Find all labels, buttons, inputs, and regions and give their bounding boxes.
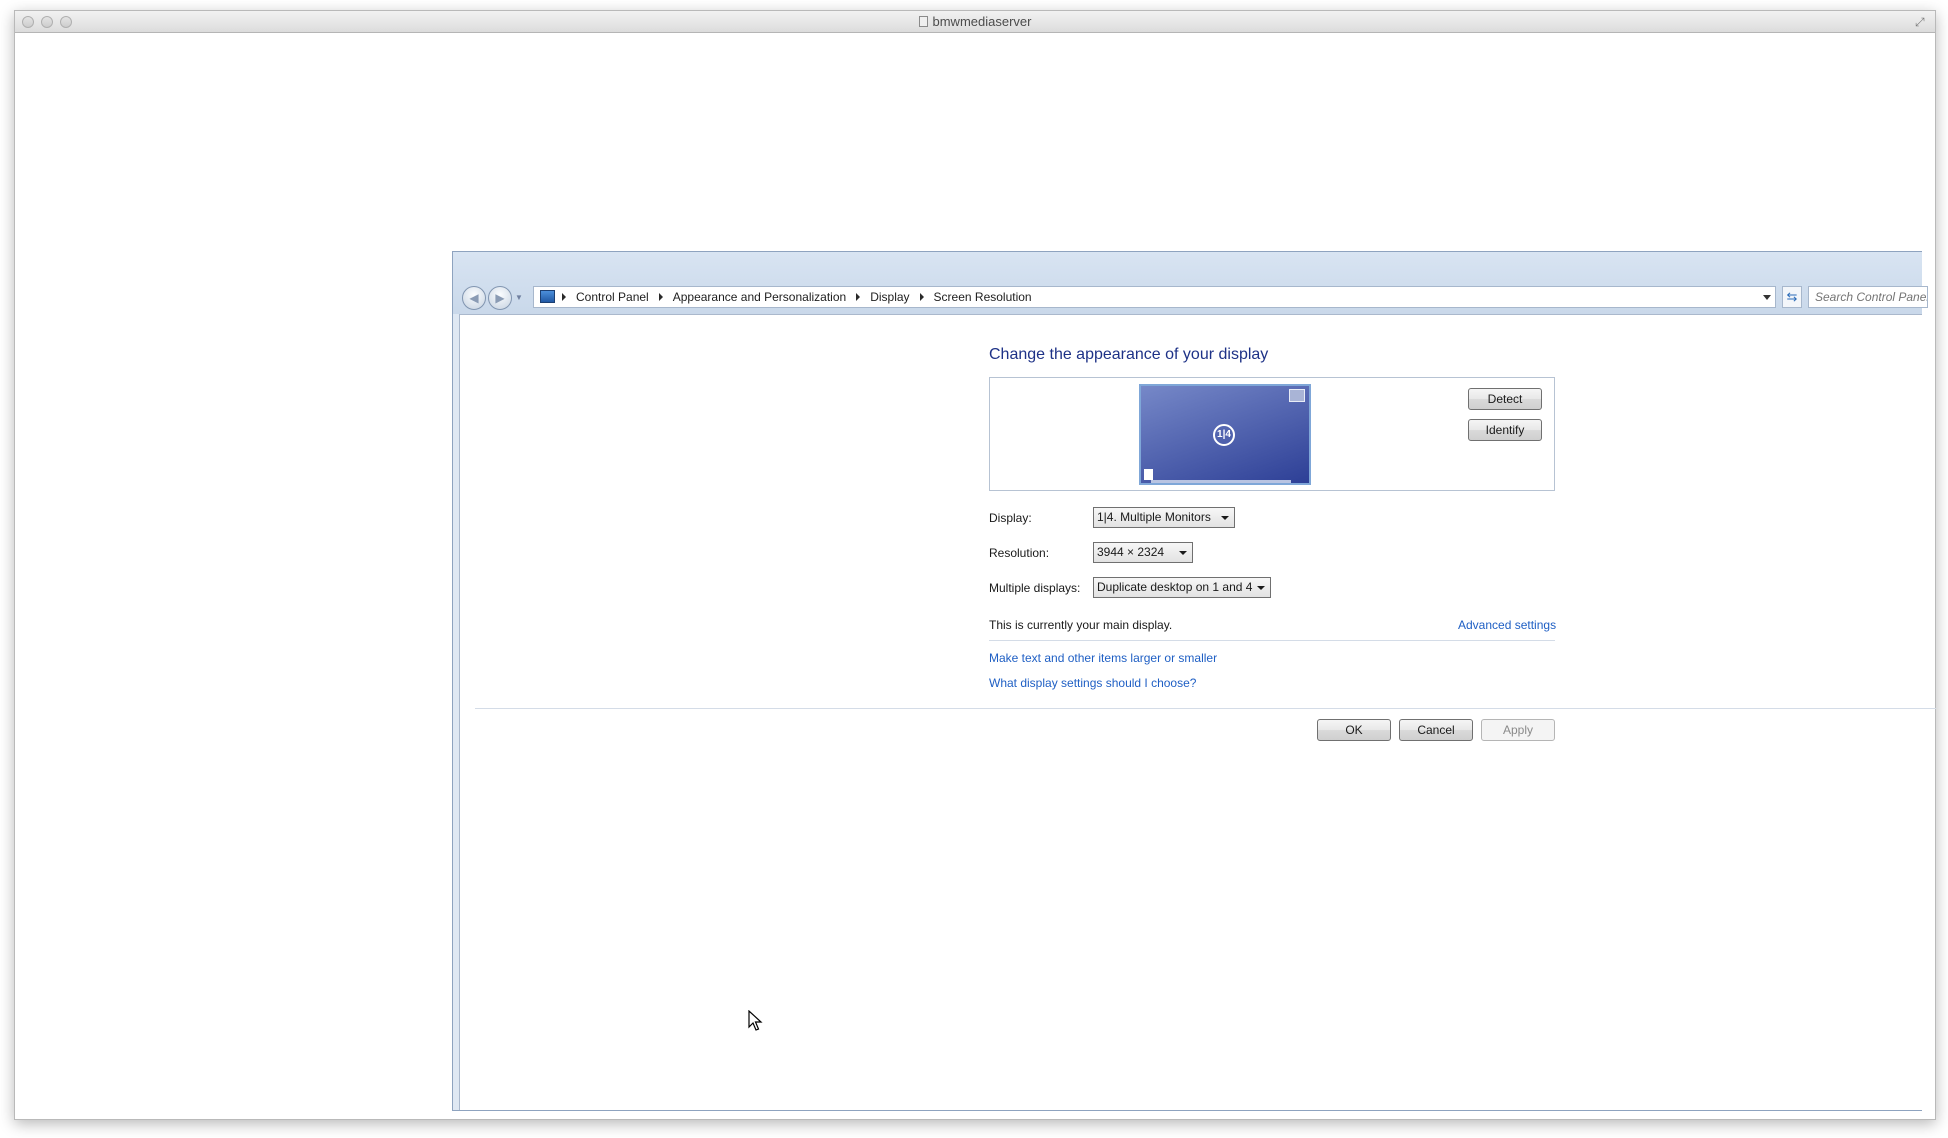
- breadcrumb-appearance[interactable]: Appearance and Personalization: [673, 290, 846, 304]
- multiple-displays-select[interactable]: Duplicate desktop on 1 and 4: [1093, 577, 1271, 598]
- address-history-dropdown-icon[interactable]: [1763, 295, 1771, 300]
- main-display-status: This is currently your main display.: [989, 618, 1173, 632]
- detect-button[interactable]: Detect: [1468, 388, 1542, 410]
- display-label: Display:: [989, 511, 1032, 525]
- search-box[interactable]: [1808, 286, 1928, 308]
- search-input[interactable]: [1809, 287, 1927, 307]
- resolution-select[interactable]: 3944 × 2324: [1093, 542, 1193, 563]
- mouse-cursor-icon: [748, 1010, 763, 1031]
- cancel-button[interactable]: Cancel: [1399, 719, 1473, 741]
- display-select-value: 1|4. Multiple Monitors: [1097, 510, 1211, 524]
- section-divider: [989, 640, 1555, 641]
- breadcrumb-screen-resolution[interactable]: Screen Resolution: [934, 290, 1032, 304]
- back-button[interactable]: ◀: [462, 286, 486, 310]
- display-help-link[interactable]: What display settings should I choose?: [989, 676, 1196, 690]
- display-select[interactable]: 1|4. Multiple Monitors: [1093, 507, 1235, 528]
- explorer-toolbar: ◀ ▶ ▼ Control Panel Appearance and Perso…: [453, 252, 1928, 314]
- display-preview-panel: 1|4 Detect Identify: [989, 377, 1555, 491]
- ok-button[interactable]: OK: [1317, 719, 1391, 741]
- window-title: bmwmediaserver: [15, 14, 1935, 29]
- breadcrumb-display[interactable]: Display: [870, 290, 909, 304]
- chevron-down-icon: [1257, 586, 1265, 590]
- page-title: Change the appearance of your display: [989, 346, 1269, 363]
- monitor-preview[interactable]: 1|4: [1139, 384, 1311, 485]
- desktop-marker-icon: [1144, 469, 1153, 480]
- footer-divider: [475, 708, 1936, 709]
- resolution-select-value: 3944 × 2324: [1097, 545, 1165, 559]
- breadcrumb: Control Panel Appearance and Personaliza…: [558, 290, 1032, 304]
- advanced-settings-link[interactable]: Advanced settings: [1458, 618, 1556, 632]
- window-thumbnail-icon: [1289, 389, 1305, 402]
- chevron-down-icon: [1221, 516, 1229, 520]
- refresh-button[interactable]: ⇆: [1782, 286, 1802, 308]
- fullscreen-icon[interactable]: ⤢: [1915, 15, 1929, 29]
- multiple-displays-select-value: Duplicate desktop on 1 and 4: [1097, 580, 1253, 594]
- breadcrumb-arrow-icon[interactable]: [658, 293, 663, 301]
- multiple-displays-label: Multiple displays:: [989, 581, 1081, 595]
- document-icon: [918, 16, 928, 27]
- breadcrumb-arrow-icon[interactable]: [856, 293, 861, 301]
- apply-button[interactable]: Apply: [1481, 719, 1555, 741]
- address-bar[interactable]: Control Panel Appearance and Personaliza…: [533, 286, 1776, 308]
- mac-titlebar: bmwmediaserver ⤢: [15, 11, 1935, 33]
- identify-button[interactable]: Identify: [1468, 419, 1542, 441]
- control-panel-icon: [540, 290, 555, 303]
- monitor-number-badge: 1|4: [1213, 424, 1235, 446]
- breadcrumb-arrow-icon[interactable]: [562, 293, 566, 301]
- recent-pages-chevron-icon[interactable]: ▼: [515, 293, 523, 302]
- breadcrumb-arrow-icon[interactable]: [919, 293, 924, 301]
- forward-button[interactable]: ▶: [488, 286, 512, 310]
- breadcrumb-control-panel[interactable]: Control Panel: [576, 290, 649, 304]
- text-size-link[interactable]: Make text and other items larger or smal…: [989, 651, 1217, 665]
- window-title-text: bmwmediaserver: [932, 14, 1032, 29]
- chevron-down-icon: [1179, 551, 1187, 555]
- taskbar-marker: [1151, 480, 1291, 483]
- resolution-label: Resolution:: [989, 546, 1050, 560]
